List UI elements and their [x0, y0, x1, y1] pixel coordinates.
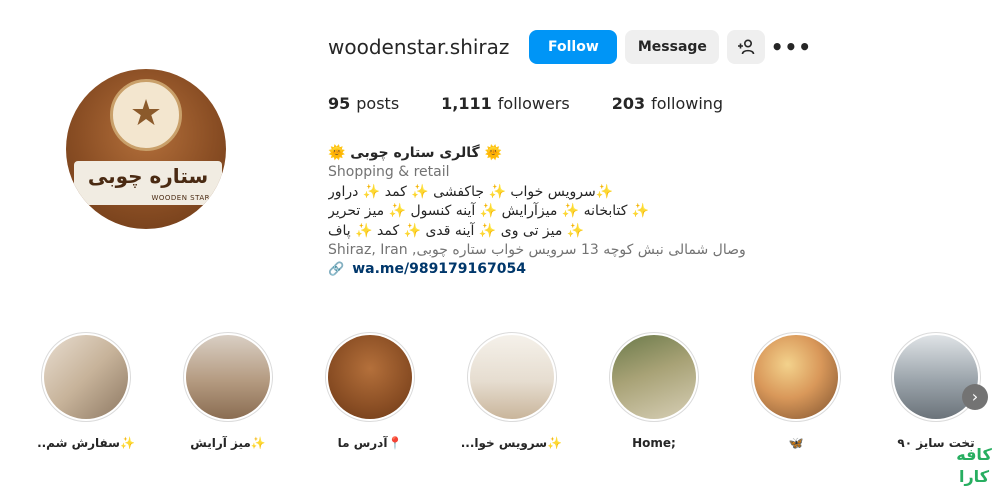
- highlight-label: 📍آدرس ما: [337, 436, 403, 450]
- highlight-ring[interactable]: [891, 332, 981, 422]
- bio-line: ✨ کتابخانه ✨ میزآرایش ✨ آینه کنسول ✨ میز…: [328, 203, 650, 220]
- highlight-item[interactable]: 📍آدرس ما: [320, 332, 420, 450]
- followers-count: 1,111: [441, 94, 492, 113]
- follow-button[interactable]: Follow: [529, 30, 618, 64]
- watermark-line: کارا: [958, 467, 989, 486]
- highlight-item[interactable]: ✨سفارش شم..: [36, 332, 136, 450]
- person-add-icon: [738, 39, 755, 55]
- sunset-photo: [754, 335, 838, 419]
- avatar-badge-text: WOODEN STAR: [151, 194, 210, 202]
- highlight-ring[interactable]: [183, 332, 273, 422]
- followers-label: followers: [497, 94, 570, 113]
- more-options-button[interactable]: •••: [771, 30, 811, 64]
- story-highlights: ✨سفارش شم.. ✨میز آرایش 📍آدرس ما ✨سرویس خ…: [0, 332, 1000, 462]
- following-count: 203: [611, 94, 646, 113]
- bio-link-text[interactable]: wa.me/989179167054: [352, 260, 526, 279]
- username: woodenstar.shiraz: [328, 35, 510, 59]
- bio-line: ✨ میز تی وی ✨ آینه قدی ✨ کمد ✨ پاف: [328, 222, 585, 239]
- store-logo: [328, 335, 412, 419]
- stat-posts[interactable]: 95 posts: [328, 94, 399, 113]
- highlight-label: Home;: [632, 436, 676, 450]
- book-photo: [44, 335, 128, 419]
- highlight-item[interactable]: ✨میز آرایش: [178, 332, 278, 450]
- highlight-item[interactable]: 🦋: [746, 332, 846, 450]
- highlight-ring[interactable]: [41, 332, 131, 422]
- stat-following[interactable]: 203 following: [612, 94, 723, 113]
- bio-display-name: 🌞 گالری ستاره چوبی 🌞: [328, 145, 502, 161]
- bio-link[interactable]: 🔗 wa.me/989179167054: [328, 260, 758, 279]
- highlights-next-button[interactable]: ›: [962, 384, 988, 410]
- posts-label: posts: [356, 94, 400, 113]
- bio-category: Shopping & retail: [328, 164, 450, 181]
- watermark-line: کافه: [956, 445, 992, 464]
- vanity-photo: [186, 335, 270, 419]
- highlight-ring[interactable]: [751, 332, 841, 422]
- following-label: following: [651, 94, 724, 113]
- highlight-ring[interactable]: [609, 332, 699, 422]
- highlight-label: ✨سفارش شم..: [37, 436, 135, 450]
- profile-header: woodenstar.shiraz Follow Message •••: [328, 30, 811, 64]
- highlight-ring[interactable]: [325, 332, 415, 422]
- profile-bio: 🌞 گالری ستاره چوبی 🌞 Shopping & retail ✨…: [328, 144, 758, 280]
- highlight-item[interactable]: ✨سرویس خوا...: [462, 332, 562, 450]
- bio-line: ✨سرویس خواب ✨ جاکفشی ✨ کمد ✨ دراور: [328, 183, 614, 200]
- highlight-label: 🦋: [788, 436, 804, 450]
- avatar-logo-text: ستاره چوبی: [87, 164, 209, 188]
- bedroom-photo: [470, 335, 554, 419]
- profile-avatar[interactable]: ★ ستاره چوبی WOODEN STAR: [66, 69, 226, 229]
- more-horizontal-icon: •••: [770, 35, 813, 59]
- watermark-logo: کافه کارا: [952, 444, 996, 488]
- posts-count: 95: [328, 94, 351, 113]
- highlight-ring[interactable]: [467, 332, 557, 422]
- chevron-right-icon: ›: [971, 387, 979, 406]
- profile-stats: 95 posts 1,111 followers 203 following: [328, 94, 723, 113]
- highlight-item[interactable]: Home;: [604, 332, 704, 450]
- avatar-plaque: ستاره چوبی WOODEN STAR: [74, 161, 222, 205]
- stat-followers[interactable]: 1,111 followers: [441, 94, 570, 113]
- highlight-label: ✨میز آرایش: [190, 436, 266, 450]
- star-icon: ★: [129, 93, 163, 134]
- link-icon: 🔗: [328, 262, 345, 278]
- highlight-label: ✨سرویس خوا...: [462, 436, 562, 450]
- add-user-button[interactable]: [727, 30, 766, 64]
- message-button[interactable]: Message: [625, 30, 720, 64]
- living-room-photo: [612, 335, 696, 419]
- avatar-badge: ★: [110, 79, 182, 151]
- bio-address: Shiraz, Iran ,وصال شمالی نبش کوچه 13 سرو…: [328, 241, 746, 258]
